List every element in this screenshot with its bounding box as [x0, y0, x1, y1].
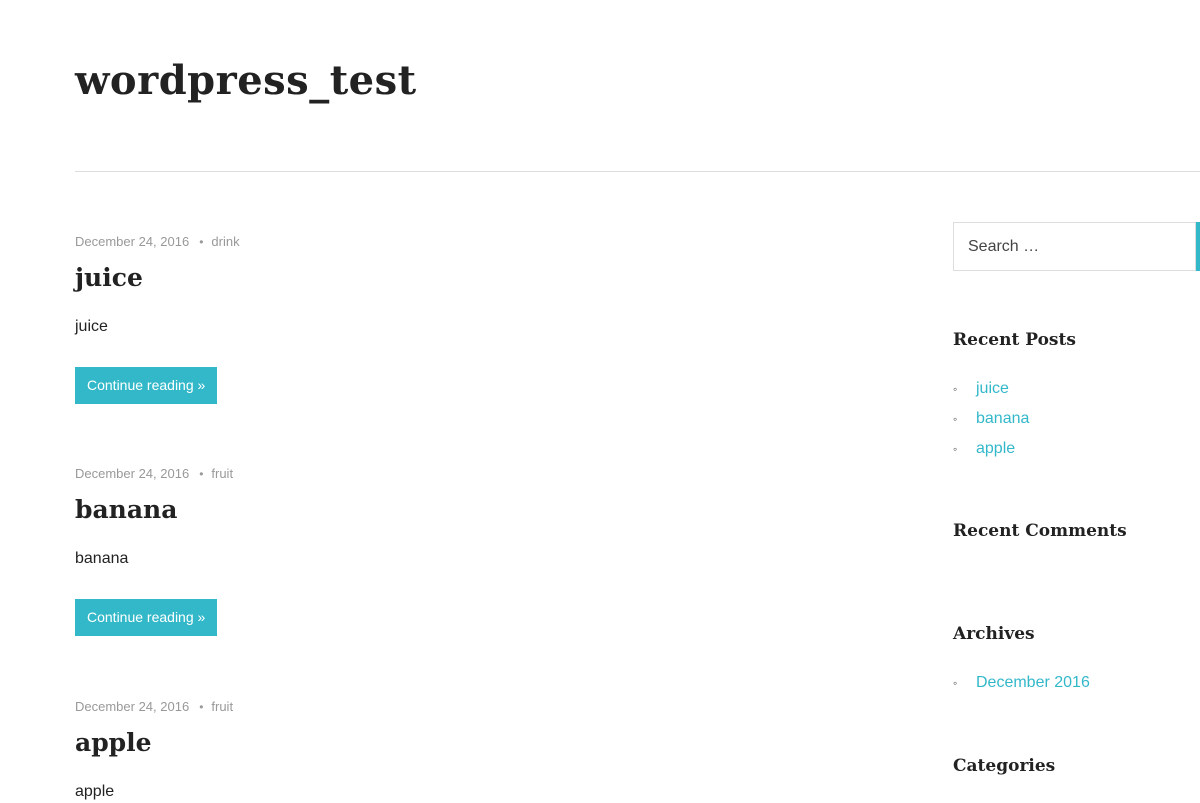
recent-posts-list: ◦ juice ◦ banana ◦ apple	[953, 378, 1029, 468]
list-item: ◦ juice	[953, 378, 1029, 408]
meta-separator: •	[199, 235, 204, 249]
list-item: ◦ December 2016	[953, 672, 1090, 702]
bullet-icon: ◦	[953, 382, 958, 396]
recent-post-link[interactable]: juice	[976, 380, 1009, 397]
recent-post-link[interactable]: apple	[976, 440, 1015, 457]
post-meta: December 24, 2016 • drink	[75, 234, 240, 250]
search-submit-button[interactable]	[1196, 222, 1200, 271]
archive-link[interactable]: December 2016	[976, 674, 1090, 691]
bullet-icon: ◦	[953, 676, 958, 690]
post-meta: December 24, 2016 • fruit	[75, 466, 233, 482]
bullet-icon: ◦	[953, 442, 958, 456]
post-title[interactable]: banana	[75, 492, 177, 528]
continue-reading-button[interactable]: Continue reading »	[75, 367, 218, 404]
search-input[interactable]	[953, 222, 1196, 271]
post-category[interactable]: fruit	[211, 699, 233, 714]
post-banana: December 24, 2016 • fruit banana banana Co…	[75, 454, 875, 644]
site-title[interactable]: wordpress_test	[75, 56, 417, 106]
search-form	[953, 222, 1200, 271]
post-juice: December 24, 2016 • drink juice juice Cont…	[75, 222, 875, 412]
list-item: ◦ banana	[953, 408, 1029, 438]
categories-title: Categories	[953, 756, 1056, 776]
post-title[interactable]: juice	[75, 260, 143, 296]
post-apple: December 24, 2016 • fruit apple apple	[75, 687, 875, 800]
post-excerpt: banana	[75, 550, 129, 567]
post-date[interactable]: December 24, 2016	[75, 234, 189, 249]
post-category[interactable]: fruit	[211, 466, 233, 481]
post-date[interactable]: December 24, 2016	[75, 699, 189, 714]
post-title[interactable]: apple	[75, 725, 152, 761]
recent-post-link[interactable]: banana	[976, 410, 1029, 427]
bullet-icon: ◦	[953, 412, 958, 426]
meta-separator: •	[199, 467, 204, 481]
archives-title: Archives	[953, 624, 1035, 644]
recent-comments-title: Recent Comments	[953, 521, 1127, 541]
post-category[interactable]: drink	[211, 234, 239, 249]
meta-separator: •	[199, 700, 204, 714]
archives-list: ◦ December 2016	[953, 672, 1090, 702]
continue-reading-button[interactable]: Continue reading »	[75, 599, 218, 636]
site-header: wordpress_test	[75, 0, 1200, 172]
post-date[interactable]: December 24, 2016	[75, 466, 189, 481]
recent-posts-title: Recent Posts	[953, 330, 1076, 350]
post-excerpt: juice	[75, 318, 108, 335]
post-meta: December 24, 2016 • fruit	[75, 699, 233, 715]
list-item: ◦ apple	[953, 438, 1029, 468]
